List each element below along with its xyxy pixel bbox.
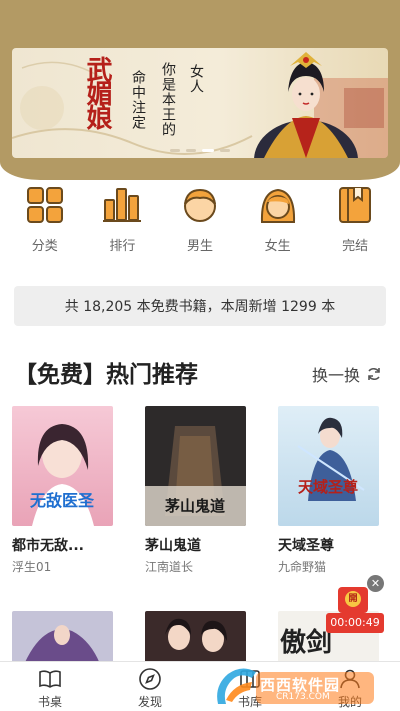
book-author: 浮生01 (12, 560, 52, 574)
category-fenlei[interactable]: 分类 (10, 185, 80, 255)
category-label: 女生 (264, 239, 291, 254)
book-title: 都市无敌... (12, 538, 84, 554)
book-author: 江南道长 (145, 560, 194, 574)
book-card[interactable] (12, 575, 113, 669)
bar-chart-icon (102, 185, 142, 225)
category-label: 排行 (109, 239, 136, 254)
carousel-dot[interactable] (186, 149, 196, 152)
nav-label: 书桌 (37, 695, 62, 709)
book-card[interactable]: 天域圣尊 天域圣尊 九命野猫 (278, 406, 379, 575)
book-stats-bar: 共 18,205 本免费书籍，本周新增 1299 本 (14, 286, 386, 326)
category-label: 分类 (31, 239, 58, 254)
cover-title: 无敌医圣 (29, 491, 95, 510)
carousel-dot[interactable] (170, 149, 180, 152)
book-open-icon (39, 670, 61, 688)
compass-icon (139, 668, 161, 690)
red-packet-widget[interactable]: ✕ 開 00:00:49 (326, 575, 384, 635)
cover-title: 茅山鬼道 (165, 497, 225, 515)
book-card[interactable]: 茅山鬼道 茅山鬼道 江南道长 (145, 406, 246, 575)
book-cover: 茅山鬼道 (145, 406, 246, 526)
cover-title: 天域圣尊 (298, 478, 358, 496)
banner-title: 武媚娘 (82, 56, 112, 128)
banner-tagline-3: 女人 (188, 64, 204, 94)
category-nansheng[interactable]: 男生 (165, 185, 235, 255)
female-avatar-icon (258, 185, 298, 225)
male-avatar-icon (180, 185, 220, 225)
cover-title: 傲剑 (280, 627, 332, 658)
category-row: 分类 排行 男生 女生 完结 (0, 185, 400, 255)
banner-tagline-2: 你是本王的 (160, 62, 176, 137)
carousel-dots (12, 149, 388, 152)
carousel-dot-active[interactable] (202, 149, 214, 152)
refresh-icon (368, 367, 380, 381)
banner-tagline-1: 命中注定 (130, 70, 146, 130)
refresh-button[interactable]: 换一换 (312, 362, 382, 386)
watermark: 西西软件园 CR173.COM (212, 664, 382, 708)
close-icon[interactable]: ✕ (367, 575, 384, 592)
open-badge: 開 (345, 591, 361, 607)
category-label: 男生 (186, 239, 213, 254)
promo-banner[interactable]: 武媚娘 命中注定 你是本王的 女人 (12, 48, 388, 158)
book-cover: 无敌医圣 (12, 406, 113, 526)
book-title: 茅山鬼道 (145, 538, 201, 554)
nav-item-shuzhuo[interactable]: 书桌 (0, 662, 100, 711)
category-label: 完结 (342, 239, 369, 254)
category-wanjie[interactable]: 完结 (320, 185, 390, 255)
carousel-dot[interactable] (220, 149, 230, 152)
book-complete-icon (335, 185, 375, 225)
book-card[interactable] (145, 575, 246, 669)
watermark-subtext: CR173.COM (276, 692, 330, 702)
book-cover: 天域圣尊 (278, 406, 379, 526)
refresh-label: 换一换 (311, 366, 360, 385)
book-author: 九命野猫 (278, 560, 327, 574)
nav-item-faxian[interactable]: 发现 (100, 662, 200, 711)
nav-label: 发现 (137, 695, 162, 709)
category-paihang[interactable]: 排行 (87, 185, 157, 255)
book-card[interactable]: 无敌医圣 都市无敌... 浮生01 (12, 406, 113, 575)
book-title: 天域圣尊 (278, 538, 334, 554)
category-nvsheng[interactable]: 女生 (243, 185, 313, 255)
section-title: 【免费】热门推荐 (14, 362, 198, 388)
grid-icon (25, 185, 65, 225)
countdown-timer: 00:00:49 (326, 613, 384, 633)
empress-illustration (254, 52, 388, 158)
